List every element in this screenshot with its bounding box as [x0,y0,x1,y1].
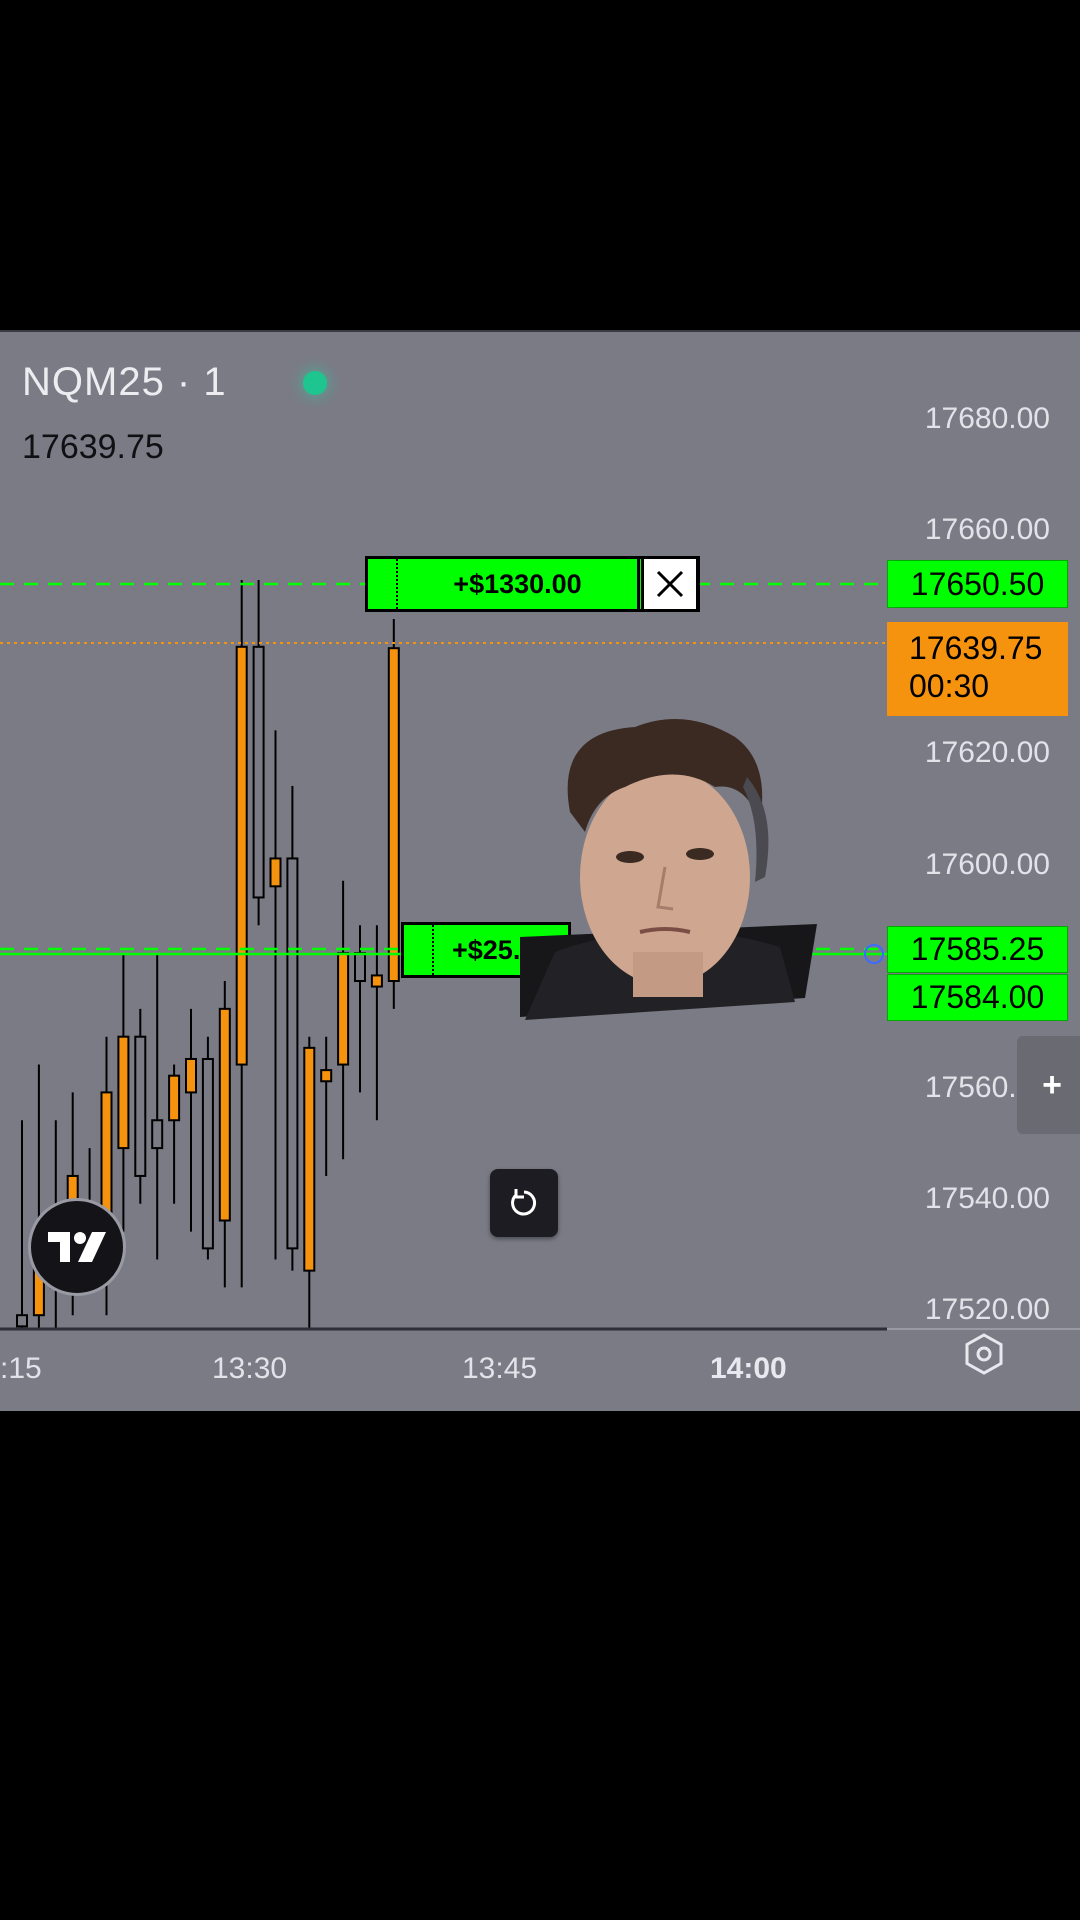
candle-body [252,645,265,899]
candle-body [387,647,400,982]
chart-panel[interactable]: NQM25 · 1 17639.75 17680.00 17660.00 176… [0,332,1080,1411]
candle-body [218,1007,231,1222]
take-profit-pnl: +$1330.00 [453,568,582,599]
settings-icon[interactable] [962,1332,1006,1376]
candle-body [16,1314,28,1328]
reset-icon [511,1189,537,1216]
webcam-overlay [520,719,817,1020]
time-tick: 14:00 [710,1352,787,1385]
tradingview-logo[interactable] [28,1198,126,1296]
close-order-button[interactable] [641,556,699,612]
tradingview-icon [48,1232,106,1262]
candle-body [370,974,383,988]
price-tick: 17520.00 [924,1293,1050,1326]
reset-chart-button[interactable] [490,1169,558,1237]
candle-body [337,952,350,1066]
price-tick: 17620.00 [924,736,1050,769]
drag-handle-icon[interactable] [378,559,398,609]
entry-price-tag[interactable]: 17585.25 [887,926,1068,973]
candle-body [269,857,282,888]
market-status-dot [303,371,327,395]
candle-body [117,1035,130,1150]
time-tick: 13:45 [462,1352,538,1385]
price-tick: 17680.00 [924,402,1050,435]
price-tick: 17660.00 [924,513,1050,546]
stop-price-tag[interactable]: 17584.00 [887,974,1068,1021]
candle-body [185,1057,197,1094]
drag-handle-icon[interactable] [414,925,434,975]
candle-body [134,1035,147,1177]
add-order-button[interactable]: + [1017,1036,1080,1134]
candle-body [354,952,366,983]
candle-body [168,1074,181,1122]
candle-body [286,857,299,1250]
price-tick: 17540.00 [924,1182,1050,1215]
bar-countdown: 00:30 [909,668,990,704]
time-tick: 13:30 [212,1352,288,1385]
time-tick: :15 [0,1352,42,1385]
header-last-price: 17639.75 [22,428,164,466]
symbol-title[interactable]: NQM25 · 1 [22,360,227,405]
current-price-value: 17639.75 [909,630,1043,666]
close-icon [656,570,684,598]
candle-body [235,645,248,1066]
candle-body [320,1069,333,1083]
current-price-tag: 17639.75 00:30 [887,622,1068,716]
price-tick: 17600.00 [924,848,1050,881]
candle-body [151,1119,164,1150]
candle-body [303,1046,316,1272]
candle-body [201,1057,214,1250]
take-profit-price-tag[interactable]: 17650.50 [887,560,1068,608]
